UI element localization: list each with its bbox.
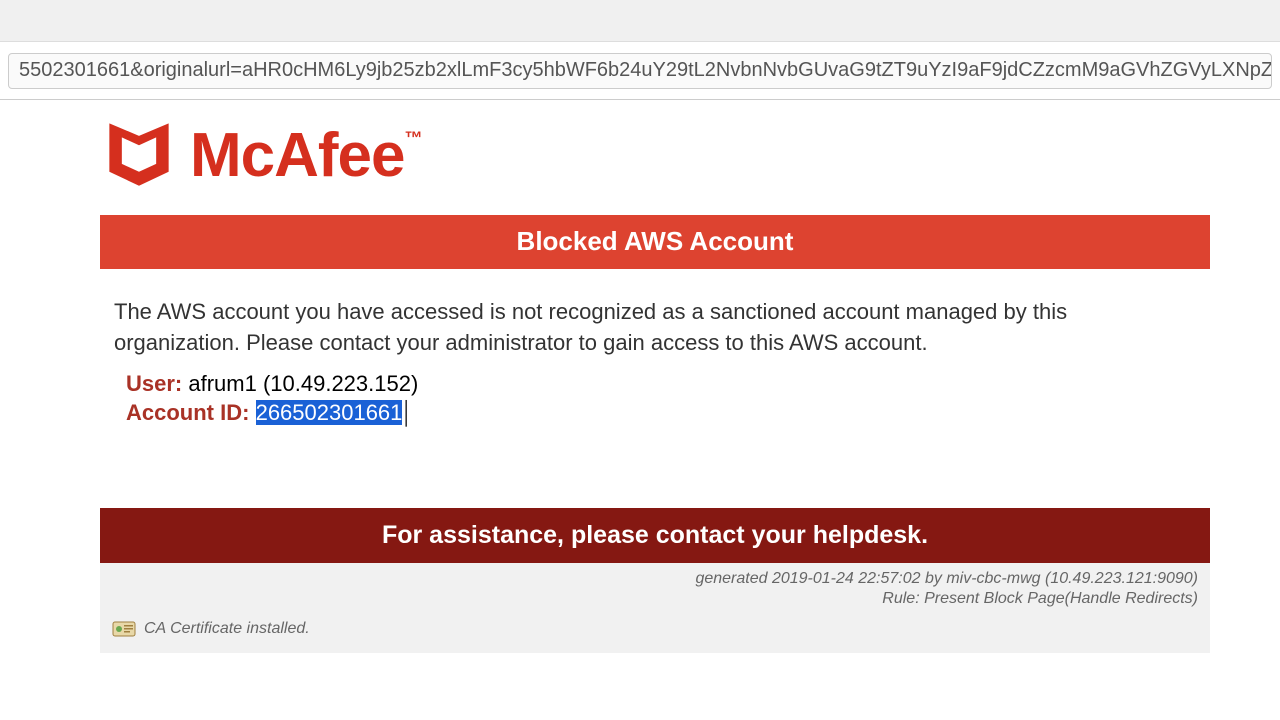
account-id-value[interactable]: 266502301661	[256, 400, 403, 425]
user-label: User:	[126, 371, 182, 396]
brand-logo-row: McAfee™	[100, 114, 1210, 197]
block-page-content: McAfee™ Blocked AWS Account The AWS acco…	[100, 114, 1210, 653]
account-id-label: Account ID:	[126, 400, 249, 425]
page-title: Blocked AWS Account	[517, 226, 794, 256]
brand-name-text: McAfee	[190, 121, 405, 190]
generated-line: generated 2019-01-24 22:57:02 by miv-cbc…	[112, 569, 1198, 589]
mcafee-shield-icon	[100, 114, 178, 197]
rule-line: Rule: Present Block Page(Handle Redirect…	[112, 589, 1198, 609]
text-cursor-icon: │	[400, 398, 414, 428]
brand-tm: ™	[405, 128, 422, 148]
brand-name: McAfee™	[190, 120, 422, 191]
url-input[interactable]: 5502301661&originalurl=aHR0cHM6Ly9jb25zb…	[8, 53, 1272, 89]
browser-url-bar: 5502301661&originalurl=aHR0cHM6Ly9jb25zb…	[0, 42, 1280, 100]
ca-certificate-text: CA Certificate installed.	[144, 620, 310, 638]
footer-meta: generated 2019-01-24 22:57:02 by miv-cbc…	[100, 563, 1210, 613]
helpdesk-text: For assistance, please contact your help…	[382, 521, 928, 549]
certificate-icon	[112, 619, 136, 639]
url-text: 5502301661&originalurl=aHR0cHM6Ly9jb25zb…	[19, 59, 1272, 82]
page-title-bar: Blocked AWS Account	[100, 215, 1210, 269]
browser-tab-strip	[0, 0, 1280, 42]
helpdesk-bar: For assistance, please contact your help…	[100, 508, 1210, 563]
user-row: User: afrum1 (10.49.223.152)	[126, 369, 1210, 399]
block-message: The AWS account you have accessed is not…	[114, 297, 1196, 359]
footer-ca-row: CA Certificate installed.	[100, 613, 1210, 653]
user-value: afrum1 (10.49.223.152)	[188, 371, 418, 396]
account-row: Account ID: 266502301661│	[126, 398, 1210, 428]
block-details: User: afrum1 (10.49.223.152) Account ID:…	[126, 369, 1210, 428]
